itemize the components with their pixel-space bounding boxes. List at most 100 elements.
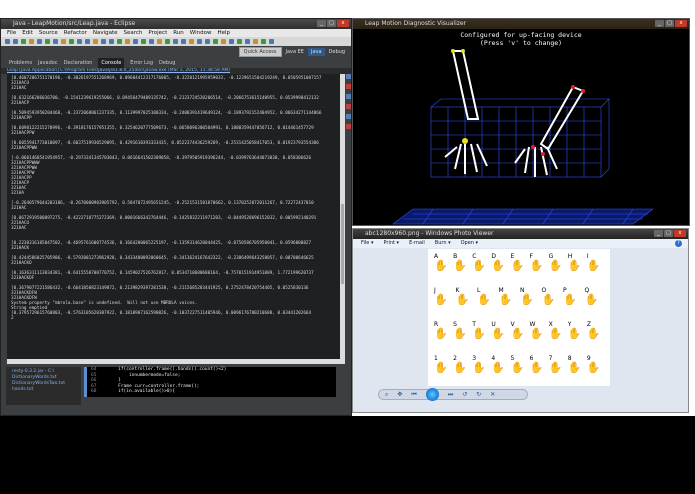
toolbar-icon[interactable]: [221, 39, 226, 44]
console-line: 2: [11, 316, 14, 321]
menu-edit[interactable]: Edit: [22, 29, 33, 37]
toolbar-icon[interactable]: [77, 39, 82, 44]
toolbar-icon[interactable]: [85, 39, 90, 44]
nav-button[interactable]: ⏮: [411, 391, 416, 399]
view-icon[interactable]: [345, 84, 351, 89]
tab-debug[interactable]: Debug: [159, 58, 175, 68]
toolbar-icon[interactable]: [197, 39, 202, 44]
photo-menu-item[interactable]: Print ▾: [383, 239, 399, 248]
toolbar-icon[interactable]: [189, 39, 194, 44]
photo-menu-item[interactable]: E-mail: [409, 239, 425, 248]
toolbar-icon[interactable]: [93, 39, 98, 44]
menu-navigate[interactable]: Navigate: [93, 29, 118, 37]
perspective-debug[interactable]: Debug: [329, 49, 345, 55]
toolbar-icon[interactable]: [13, 39, 18, 44]
toolbar-icon[interactable]: [237, 39, 242, 44]
photo-menu-item[interactable]: Burn ▾: [435, 239, 451, 248]
menu-window[interactable]: Window: [190, 29, 212, 37]
help-icon[interactable]: ?: [675, 240, 682, 247]
console-output[interactable]: [0.4607206751170196, -0.3026197551268969…: [7, 74, 340, 359]
toolbar-icon[interactable]: [149, 39, 154, 44]
tab-console[interactable]: Console: [98, 58, 125, 68]
toolbar-icon[interactable]: [69, 39, 74, 44]
perspective-java[interactable]: Java: [307, 48, 325, 56]
maximize-button[interactable]: □: [664, 230, 673, 237]
view-icon[interactable]: [345, 74, 351, 79]
toolbar-icon[interactable]: [61, 39, 66, 44]
toolbar-icon[interactable]: [37, 39, 42, 44]
hand-sign-icon: ✋: [477, 293, 491, 306]
toolbar-icon[interactable]: [165, 39, 170, 44]
toolbar-icon[interactable]: [29, 39, 34, 44]
minimize-button[interactable]: _: [655, 20, 664, 27]
code-editor[interactable]: 64 if(controller.frame().hands().count()…: [84, 367, 336, 397]
nav-button[interactable]: ↺: [462, 391, 467, 398]
photo-menu-item[interactable]: Open ▾: [461, 239, 478, 248]
maximize-button[interactable]: □: [665, 20, 674, 27]
toolbar-icon[interactable]: [109, 39, 114, 44]
menu-help[interactable]: Help: [217, 29, 230, 37]
sign-letter: V ✋: [510, 321, 524, 339]
tab-declaration[interactable]: Declaration: [64, 58, 93, 68]
hand-sign-icon: ✋: [541, 293, 556, 306]
toolbar-icon[interactable]: [205, 39, 210, 44]
line-number: 66: [91, 378, 97, 384]
nav-button[interactable]: ⏭: [448, 391, 453, 399]
toolbar-icon[interactable]: [269, 39, 274, 44]
leap-titlebar: Leap Motion Diagnostic Visualizer _ □ x: [353, 19, 689, 29]
toolbar-icon[interactable]: [5, 39, 10, 44]
hand-sign-icon: ✋: [491, 327, 506, 340]
nav-button[interactable]: ✕: [490, 391, 495, 398]
minimize-button[interactable]: _: [317, 20, 326, 27]
toolbar-icon[interactable]: [133, 39, 138, 44]
toolbar-icon[interactable]: [181, 39, 186, 44]
console-line: [0.5094593950204468, -0.2372068061237335…: [11, 111, 322, 116]
menu-project[interactable]: Project: [148, 29, 167, 37]
toolbar-icon[interactable]: [101, 39, 106, 44]
close-button[interactable]: x: [337, 20, 349, 27]
menu-refactor[interactable]: Refactor: [64, 29, 87, 37]
toolbar-icon[interactable]: [261, 39, 266, 44]
view-icon[interactable]: [345, 114, 351, 119]
toolbar-icon[interactable]: [157, 39, 162, 44]
view-icon[interactable]: [345, 124, 351, 129]
hand-sign-icon: ✋: [510, 327, 525, 340]
toolbar-icon[interactable]: [125, 39, 130, 44]
view-icon[interactable]: [345, 94, 351, 99]
view-icon[interactable]: [345, 104, 351, 109]
toolbar-icon[interactable]: [117, 39, 122, 44]
photo-menu-item[interactable]: File ▾: [361, 239, 373, 248]
sign-letter: D ✋: [491, 253, 505, 271]
menu-search[interactable]: Search: [124, 29, 143, 37]
console-horizontal-scrollbar[interactable]: [7, 359, 340, 364]
hand-sign-icon: ✋: [567, 327, 582, 340]
toolbar-icon[interactable]: [45, 39, 50, 44]
tab-error-log[interactable]: Error Log: [130, 58, 153, 68]
toolbar-icon[interactable]: [53, 39, 58, 44]
nav-button[interactable]: ↻: [476, 391, 481, 398]
toolbar-icon[interactable]: [229, 39, 234, 44]
minimize-button[interactable]: _: [654, 230, 663, 237]
toolbar-icon[interactable]: [253, 39, 258, 44]
quick-access-input[interactable]: Quick Access: [238, 47, 282, 57]
maximize-button[interactable]: □: [327, 20, 336, 27]
toolbar-icon[interactable]: [245, 39, 250, 44]
hand-sign-icon: ✋: [491, 361, 506, 374]
close-button[interactable]: x: [675, 20, 687, 27]
package-item[interactable]: hands.txt: [12, 387, 75, 393]
toolbar-icon[interactable]: [173, 39, 178, 44]
toolbar-icon[interactable]: [141, 39, 146, 44]
menu-run[interactable]: Run: [173, 29, 184, 37]
nav-button[interactable]: ✥: [397, 391, 402, 398]
toolbar-icon[interactable]: [213, 39, 218, 44]
close-button[interactable]: x: [674, 230, 686, 237]
nav-button[interactable]: ⌕: [385, 391, 388, 399]
code-text: if(in.available()>0){: [118, 389, 176, 395]
menu-file[interactable]: File: [7, 29, 16, 37]
slideshow-button[interactable]: [425, 387, 439, 401]
menu-source[interactable]: Source: [39, 29, 58, 37]
toolbar-icon[interactable]: [21, 39, 26, 44]
tab-problems[interactable]: Problems: [9, 58, 32, 68]
tab-javadoc[interactable]: Javadoc: [38, 58, 58, 68]
perspective-java-ee[interactable]: Java EE: [286, 49, 304, 55]
